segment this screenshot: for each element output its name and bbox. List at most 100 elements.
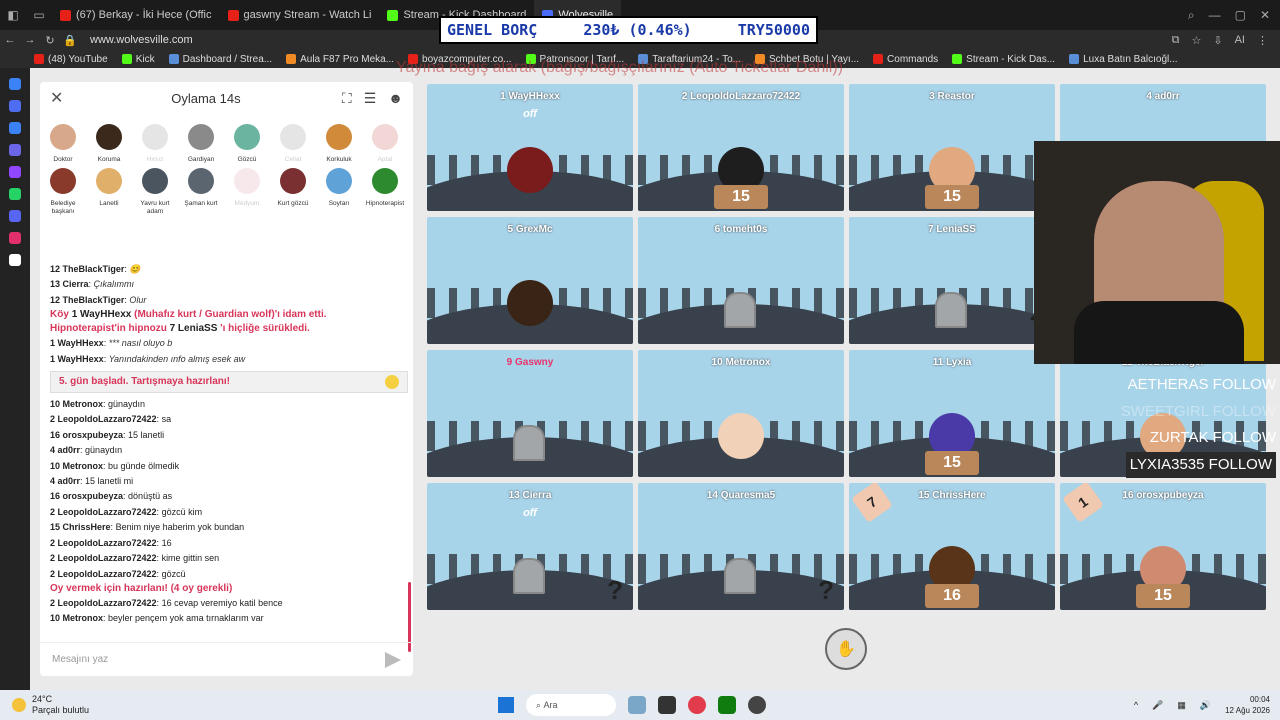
players-icon[interactable]: ☻ xyxy=(388,90,403,107)
more-icon[interactable]: ⋮ xyxy=(1257,34,1268,47)
menu-icon[interactable]: ☰ xyxy=(364,90,377,107)
chat-author[interactable]: 10 Metronox xyxy=(50,461,103,471)
instagram-icon[interactable] xyxy=(9,232,21,244)
player-card[interactable]: 14 Quaresma5? xyxy=(638,483,844,610)
search-tabs-icon[interactable]: ⌕ xyxy=(1188,8,1195,23)
bookmark-item[interactable]: Commands xyxy=(873,54,938,65)
role-item[interactable]: Gözcü xyxy=(224,124,270,164)
taskbar-search[interactable]: ⌕ Ara xyxy=(526,694,616,716)
chat-author[interactable]: 10 Metronox xyxy=(50,399,103,409)
opera-icon[interactable] xyxy=(688,696,706,714)
browser-tab[interactable]: gaswny Stream - Watch Li xyxy=(220,0,380,30)
role-item[interactable]: Hırsız xyxy=(132,124,178,164)
player-card[interactable]: 1 WayHHexx off xyxy=(427,84,633,211)
chat-author[interactable]: 2 LeopoldoLazzaro72422 xyxy=(50,553,157,563)
fullscreen-icon[interactable]: ⛶ xyxy=(342,90,352,107)
role-item[interactable]: Aptal xyxy=(362,124,408,164)
role-item[interactable]: Gardiyan xyxy=(178,124,224,164)
bookmark-item[interactable]: Dashboard / Strea... xyxy=(168,54,272,65)
bookmark-item[interactable]: (48) YouTube xyxy=(34,54,108,65)
role-item[interactable]: Korkuluk xyxy=(316,124,362,164)
role-item[interactable]: Şaman kurt xyxy=(178,167,224,216)
start-icon[interactable] xyxy=(498,697,514,713)
chat-author[interactable]: 12 TheBlackTiger xyxy=(50,295,124,305)
bookmark-item[interactable]: Stream - Kick Das... xyxy=(952,54,1055,65)
player-card[interactable]: 16 orosxpubeyza 15 1 xyxy=(1060,483,1266,610)
downloads-icon[interactable]: ⇩ xyxy=(1213,34,1222,47)
minimize-icon[interactable]: — xyxy=(1209,8,1221,23)
xbox-icon[interactable] xyxy=(718,696,736,714)
player-card[interactable]: 2 LeopoldoLazzaro72422 15 xyxy=(638,84,844,211)
chat-author[interactable]: 12 TheBlackTiger xyxy=(50,264,124,274)
weather-widget[interactable]: 24°C Parçalı bulutlu xyxy=(0,694,89,716)
send-icon[interactable] xyxy=(385,651,401,668)
discord-icon[interactable] xyxy=(9,210,21,222)
chat-author[interactable]: 4 ad0rr xyxy=(50,476,80,486)
extensions-icon[interactable]: ⧉ xyxy=(1172,34,1180,47)
wolf-paw-button[interactable]: ✋ xyxy=(825,628,867,670)
copilot-icon[interactable] xyxy=(9,78,21,90)
role-item[interactable]: Medyum xyxy=(224,167,270,216)
tools-icon[interactable] xyxy=(9,100,21,112)
role-item[interactable]: Lanetli xyxy=(86,167,132,216)
bookmark-item[interactable]: Luxa Batın Balcıoğl... xyxy=(1069,54,1178,65)
file-explorer-icon[interactable] xyxy=(658,696,676,714)
chat-log[interactable]: 12 TheBlackTiger: 😊 13 Cierra: Çıkalımmı 1… xyxy=(50,262,408,647)
player-card[interactable]: 11 Lyxia 15 xyxy=(849,350,1055,477)
role-item[interactable]: Belediye başkanı xyxy=(40,167,86,216)
tab-actions-icon[interactable]: ▭ xyxy=(26,0,52,30)
chat-author[interactable]: 15 ChrissHere xyxy=(50,522,111,532)
url-field[interactable]: www.wolvesville.com xyxy=(90,34,193,46)
chat-author[interactable]: 2 LeopoldoLazzaro72422 xyxy=(50,598,157,608)
chat-author[interactable]: 16 orosxpubeyza xyxy=(50,430,123,440)
player-card[interactable]: 6 tomeht0s xyxy=(638,217,844,344)
close-icon[interactable]: ✕ xyxy=(50,88,70,108)
widgets-icon[interactable] xyxy=(628,696,646,714)
chat-author[interactable]: 2 LeopoldoLazzaro72422 xyxy=(50,507,157,517)
chat-input[interactable]: Mesajını yaz xyxy=(40,642,413,676)
favorites-icon[interactable]: ☆ xyxy=(1192,34,1202,47)
microphone-icon[interactable]: 🎤 xyxy=(1152,700,1163,711)
close-window-icon[interactable]: ✕ xyxy=(1260,8,1270,23)
bookmark-item[interactable]: Kick xyxy=(121,54,155,65)
tray-chevron-icon[interactable]: ^ xyxy=(1134,700,1138,710)
browser-tab[interactable]: (67) Berkay - İki Hece (Offic xyxy=(52,0,220,30)
chat-author[interactable]: 4 ad0rr xyxy=(50,445,80,455)
shopping-icon[interactable] xyxy=(9,144,21,156)
network-icon[interactable]: ▦ xyxy=(1177,700,1186,711)
chat-author[interactable]: 16 orosxpubeyza xyxy=(50,491,123,501)
reload-icon[interactable]: ↻ xyxy=(40,34,60,47)
games-icon[interactable] xyxy=(9,122,21,134)
player-card[interactable]: 15 ChrissHere 16 7 xyxy=(849,483,1055,610)
chat-author[interactable]: 13 Cierra xyxy=(50,279,89,289)
player-card[interactable]: 7 LeniaSS? xyxy=(849,217,1055,344)
role-item[interactable]: Cellat xyxy=(270,124,316,164)
role-item[interactable]: Kurt gözcü xyxy=(270,167,316,216)
chat-author[interactable]: 1 WayHHexx xyxy=(50,338,104,348)
player-card[interactable]: 13 Cierra off? xyxy=(427,483,633,610)
player-name[interactable]: 7 LeniaSS xyxy=(170,323,218,334)
player-name[interactable]: 1 WayHHexx xyxy=(72,309,132,320)
twitch-icon[interactable] xyxy=(9,166,21,178)
forward-icon[interactable]: → xyxy=(20,34,40,46)
player-card[interactable]: 10 Metronox xyxy=(638,350,844,477)
site-info-icon[interactable]: 🔒 xyxy=(60,34,80,47)
maximize-icon[interactable]: ▢ xyxy=(1235,8,1246,23)
bookmark-item[interactable]: Aula F87 Pro Meka... xyxy=(286,54,394,65)
role-item[interactable]: Yavru kurt adam xyxy=(132,167,178,216)
chat-author[interactable]: 2 LeopoldoLazzaro72422 xyxy=(50,538,157,548)
chat-author[interactable]: 10 Metronox xyxy=(50,613,103,623)
role-item[interactable]: Hipnoterapist xyxy=(362,167,408,216)
ai-icon[interactable]: AI xyxy=(1235,34,1245,47)
back-icon[interactable]: ← xyxy=(0,34,20,46)
browser-menu-icon[interactable]: ◧ xyxy=(0,0,26,30)
player-card[interactable]: 9 Gaswny xyxy=(427,350,633,477)
obs-icon[interactable] xyxy=(748,696,766,714)
role-item[interactable]: Doktor xyxy=(40,124,86,164)
clock[interactable]: 00:04 12 Ağu 2026 xyxy=(1225,694,1270,716)
chat-author[interactable]: 2 LeopoldoLazzaro72422 xyxy=(50,569,157,579)
chat-author[interactable]: 1 WayHHexx xyxy=(50,354,104,364)
chat-author[interactable]: 2 LeopoldoLazzaro72422 xyxy=(50,414,157,424)
role-item[interactable]: Koruma xyxy=(86,124,132,164)
x-icon[interactable] xyxy=(9,254,21,266)
